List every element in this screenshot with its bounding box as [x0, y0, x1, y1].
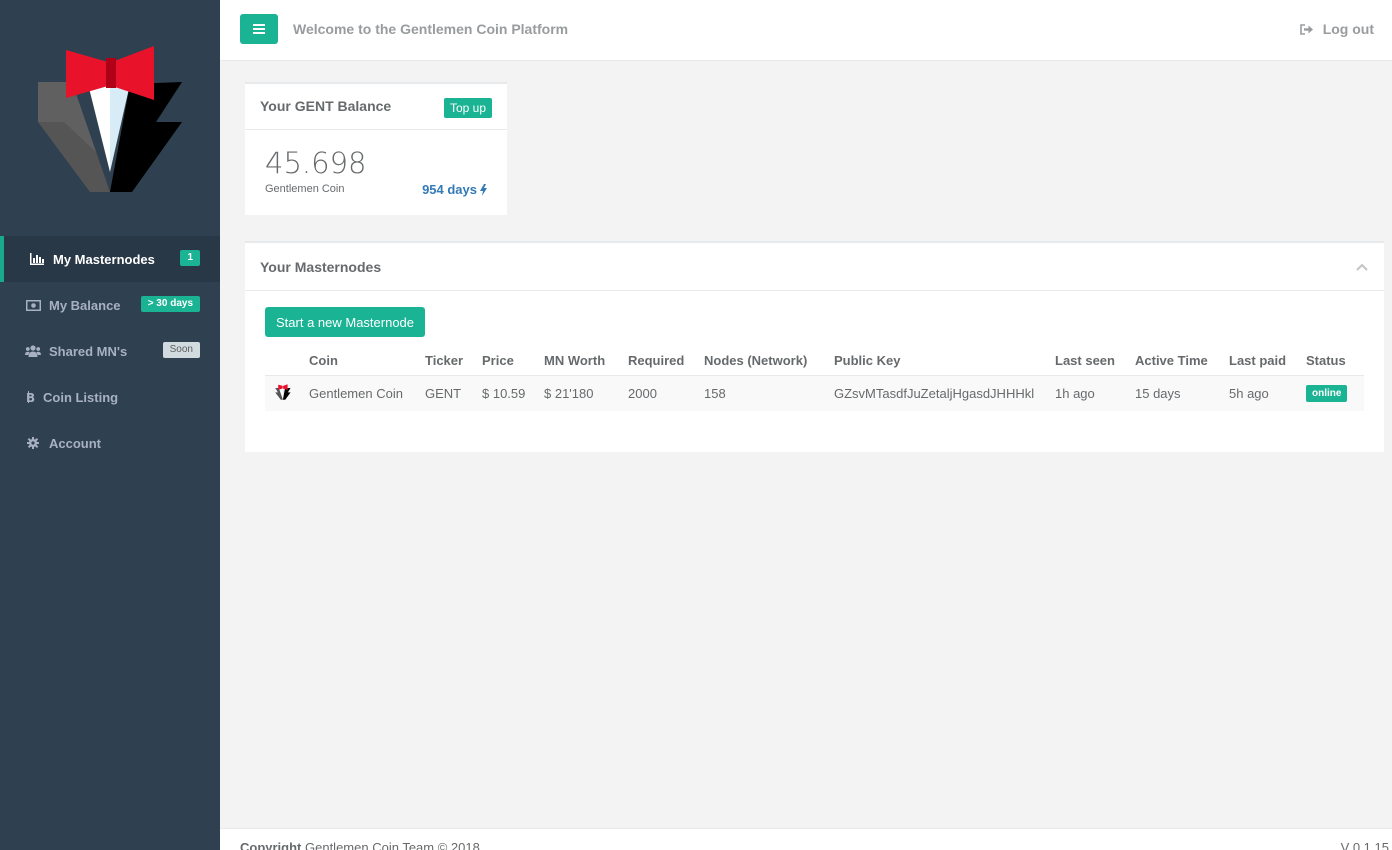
- gentlemen-logo-icon: [38, 46, 182, 192]
- welcome-message: Welcome to the Gentlemen Coin Platform: [293, 21, 569, 37]
- logout-label: Log out: [1322, 21, 1374, 37]
- cell-last-seen: 1h ago: [1055, 374, 1135, 411]
- sidebar-item-my-balance[interactable]: My Balance > 30 days: [0, 282, 220, 328]
- table-header-row: Coin Ticker Price MN Worth Required Node…: [265, 347, 1364, 375]
- balance-unit: Gentlemen Coin: [265, 183, 345, 195]
- column-header-ticker: Ticker: [425, 353, 464, 369]
- cell-required: 2000: [628, 374, 704, 411]
- copyright: Copyright Gentlemen Coin Team © 2018: [240, 840, 480, 850]
- column-header-last-paid: Last paid: [1229, 353, 1287, 369]
- balance-days-badge: > 30 days: [140, 296, 200, 312]
- gear-icon: [25, 437, 41, 449]
- balance-title: Your GENT Balance: [260, 98, 392, 114]
- top-navbar: Welcome to the Gentlemen Coin Platform L…: [220, 0, 1392, 61]
- column-header-public-key: Public Key: [834, 353, 901, 369]
- masternodes-panel: Your Masternodes Start a new Masternode …: [245, 241, 1384, 452]
- users-icon: [25, 345, 41, 357]
- sidebar-item-my-masternodes[interactable]: My Masternodes 1: [0, 236, 220, 282]
- start-masternode-button[interactable]: Start a new Masternode: [265, 307, 426, 337]
- cell-mn-worth: $ 21'180: [544, 374, 628, 411]
- cell-price: $ 10.59: [482, 374, 544, 411]
- sidebar-item-shared-mns[interactable]: Shared MN's Soon: [0, 328, 220, 374]
- bar-chart-icon: [29, 253, 45, 265]
- column-header-required: Required: [628, 353, 685, 369]
- copyright-text: Gentlemen Coin Team © 2018: [301, 840, 480, 850]
- sign-out-icon: [1299, 23, 1313, 35]
- column-header-coin: Coin: [309, 353, 338, 369]
- money-icon: [25, 299, 41, 311]
- bitcoin-icon: B: [25, 391, 35, 403]
- column-header-mn-worth: MN Worth: [544, 353, 606, 369]
- cell-nodes: 158: [704, 374, 834, 411]
- sidebar-item-label: Account: [49, 435, 101, 451]
- masternodes-title: Your Masternodes: [260, 259, 382, 275]
- menu-toggle-button[interactable]: [240, 14, 278, 44]
- column-header-logo: [265, 347, 309, 375]
- cell-status: online: [1306, 374, 1364, 411]
- cell-coin: Gentlemen Coin: [309, 374, 425, 411]
- soon-badge: Soon: [162, 342, 200, 358]
- cell-active-time: 15 days: [1135, 374, 1229, 411]
- column-header-last-seen: Last seen: [1055, 353, 1115, 369]
- column-header-status: Status: [1306, 353, 1346, 369]
- sidebar: My Masternodes 1 My Balance > 30 days Sh…: [0, 0, 220, 850]
- balance-panel: Your GENT Balance Top up 45.698 Gentleme…: [245, 82, 507, 215]
- footer: Copyright Gentlemen Coin Team © 2018 V 0…: [220, 828, 1392, 850]
- top-up-button[interactable]: Top up: [443, 98, 492, 118]
- balance-panel-header: Your GENT Balance Top up: [245, 84, 507, 130]
- status-badge: online: [1306, 385, 1348, 403]
- chevron-up-icon[interactable]: [1356, 263, 1368, 271]
- version-label: V 0.1.15: [1340, 840, 1389, 850]
- cell-public-key: GZsvMTasdfJuZetaljHgasdJHHHkl: [834, 374, 1055, 411]
- cell-ticker: GENT: [425, 374, 482, 411]
- copyright-label: Copyright: [240, 840, 302, 850]
- bolt-icon: [480, 183, 487, 196]
- sidebar-nav: My Masternodes 1 My Balance > 30 days Sh…: [0, 236, 220, 466]
- balance-days-link[interactable]: 954 days: [422, 182, 487, 197]
- gentlemen-coin-logo-icon: [275, 383, 291, 400]
- sidebar-item-account[interactable]: Account: [0, 420, 220, 466]
- balance-days-text: 954 days: [422, 182, 477, 197]
- svg-text:B: B: [26, 391, 35, 403]
- balance-value: 45.698: [265, 146, 367, 180]
- column-header-price: Price: [482, 353, 514, 369]
- table-row[interactable]: Gentlemen Coin GENT $ 10.59 $ 21'180 200…: [265, 374, 1364, 411]
- masternodes-table: Coin Ticker Price MN Worth Required Node…: [265, 347, 1364, 411]
- sidebar-item-coin-listing[interactable]: B Coin Listing: [0, 374, 220, 420]
- column-header-nodes: Nodes (Network): [704, 353, 808, 369]
- cell-last-paid: 5h ago: [1229, 374, 1306, 411]
- hamburger-icon: [253, 24, 265, 34]
- masternodes-panel-header: Your Masternodes: [245, 243, 1384, 291]
- sidebar-item-label: Coin Listing: [43, 389, 119, 405]
- masternode-count-badge: 1: [180, 250, 200, 266]
- column-header-active-time: Active Time: [1135, 353, 1208, 369]
- coin-logo-cell: [265, 374, 309, 411]
- logout-link[interactable]: Log out: [1299, 21, 1374, 37]
